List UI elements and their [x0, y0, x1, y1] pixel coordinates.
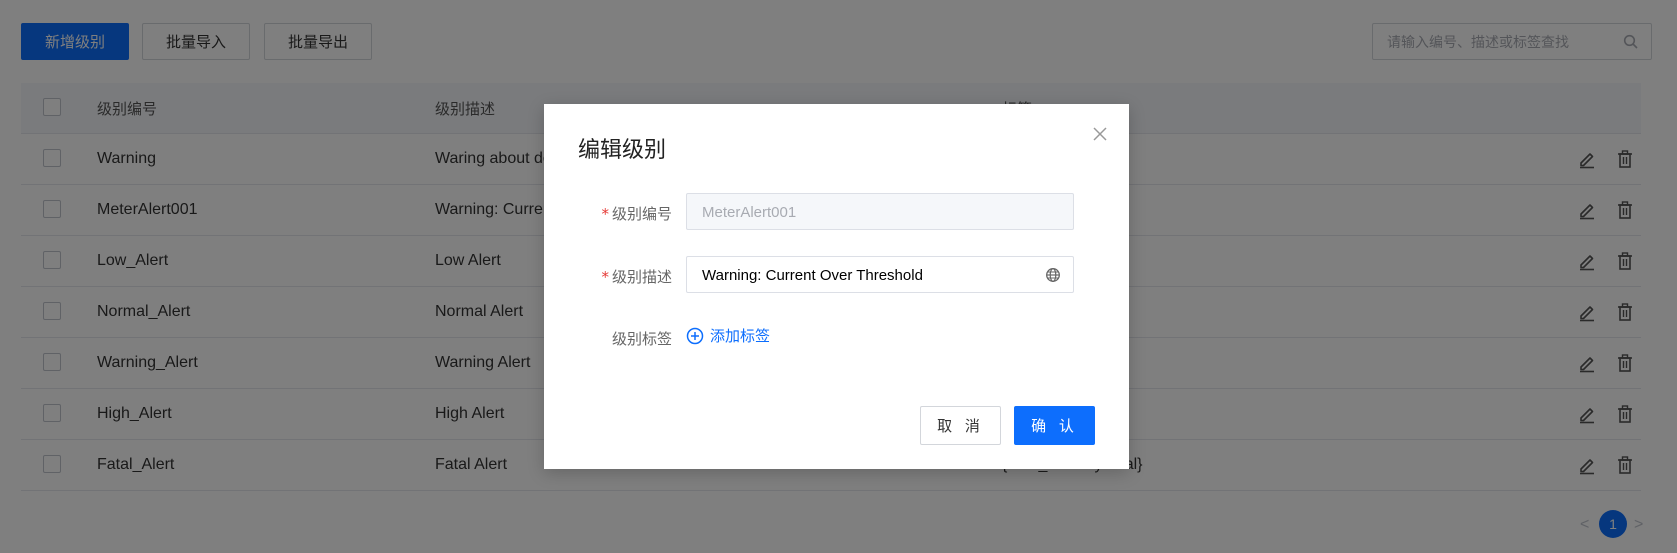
level-tags-label: 级别标签: [611, 330, 672, 348]
level-code-input: [700, 194, 1044, 231]
confirm-button[interactable]: 确 认: [1014, 406, 1095, 445]
level-desc-label: * 级别描述: [601, 268, 672, 286]
level-code-label: * 级别编号: [601, 205, 672, 223]
level-desc-field: [686, 256, 1074, 294]
close-icon[interactable]: [1092, 126, 1108, 147]
level-code-field: [686, 193, 1074, 231]
globe-icon[interactable]: [1045, 267, 1061, 288]
plus-circle-icon: [686, 327, 704, 344]
add-tag-label: 添加标签: [710, 327, 771, 345]
dialog-title: 编辑级别: [578, 138, 667, 163]
cancel-button[interactable]: 取 消: [920, 406, 1001, 445]
level-management-page: 新增级别 批量导入 批量导出 级别编号 级别描述 标签 WarningWarin…: [0, 0, 1677, 553]
edit-level-dialog: 编辑级别 *级别编号 *级别描述 级别标签 添加标签 取 消 确 认: [544, 104, 1129, 469]
required-mark: *: [601, 268, 609, 286]
required-mark: *: [601, 205, 609, 223]
add-tag-button[interactable]: 添加标签: [686, 325, 770, 346]
level-desc-input[interactable]: [700, 257, 1044, 294]
